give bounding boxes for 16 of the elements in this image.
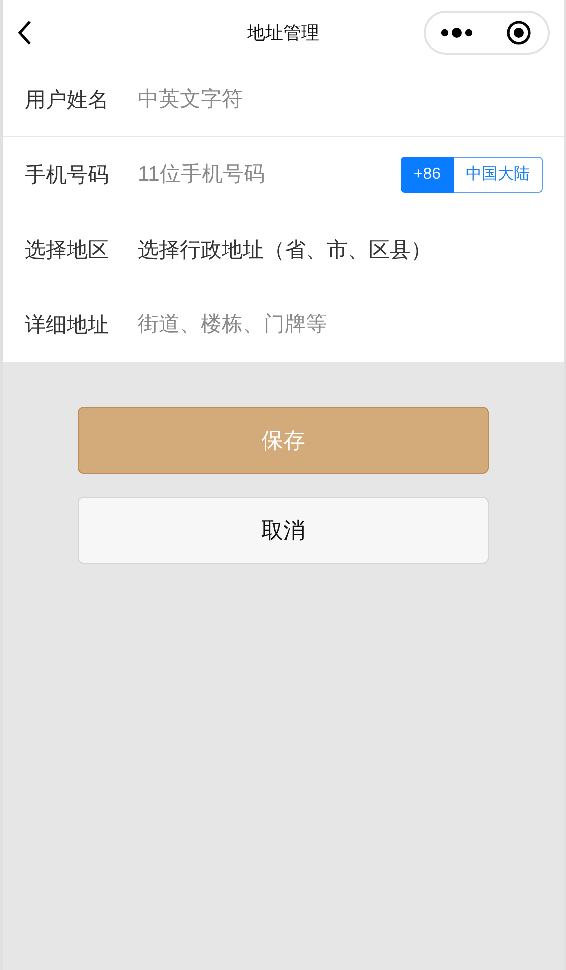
region-code-option[interactable]: 中国大陆: [454, 156, 543, 192]
back-icon[interactable]: [17, 20, 33, 46]
input-field[interactable]: 街道、楼栋、门牌等: [138, 312, 543, 336]
field-label: 用户姓名: [25, 88, 110, 114]
input-field[interactable]: 中英文字符: [138, 88, 543, 112]
region-picker[interactable]: 选择行政地址（省、市、区县）: [138, 236, 432, 264]
phone-field[interactable]: 11位手机号码: [138, 162, 401, 186]
region-code-option[interactable]: +86: [400, 156, 454, 192]
cancel-button[interactable]: 取消: [78, 497, 489, 564]
close-icon[interactable]: [506, 20, 532, 46]
page-title: 地址管理: [248, 22, 320, 45]
more-icon[interactable]: [440, 26, 474, 40]
field-label: 手机号码: [25, 162, 110, 188]
field-label: 选择地区: [25, 238, 110, 264]
field-label: 详细地址: [25, 312, 110, 338]
save-button[interactable]: 保存: [78, 407, 489, 474]
